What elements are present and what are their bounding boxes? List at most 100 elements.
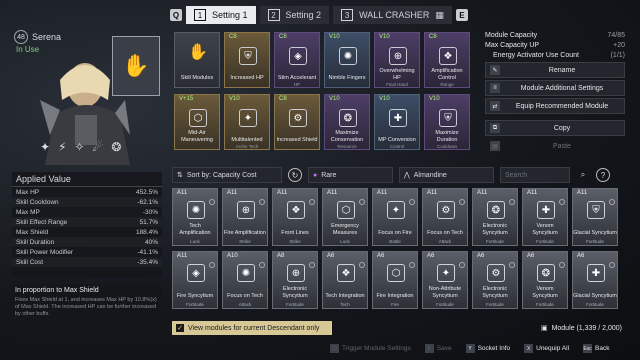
rarity-label: Rare	[321, 171, 337, 179]
module-card[interactable]: A11 ❖ Front Lines Strike	[272, 188, 318, 246]
search-placeholder: Search	[505, 171, 528, 179]
copy-button[interactable]: ⧉ Copy	[485, 120, 625, 136]
applied-value-panel: Applied Value Max HP 452.5% Skill Cooldown…	[12, 172, 162, 277]
module-capacity: V10	[229, 96, 240, 102]
search-icon[interactable]: ⌕	[576, 168, 590, 182]
module-card[interactable]: A11 ⊕ Fire Amplification Strike	[222, 188, 268, 246]
module-socket: Control	[389, 144, 405, 149]
tab-number: 1	[194, 9, 206, 21]
equipped-module-slot[interactable]: V+15 ⬡ Mid-Air Maneuvering	[174, 94, 220, 150]
socket-info-button[interactable]: Y Socket Info	[465, 344, 510, 353]
unequip-all-button[interactable]: X Unequip All	[524, 344, 569, 353]
back-label: Back	[595, 345, 610, 352]
module-name: Increased HP	[230, 74, 264, 81]
module-card[interactable]: A6 ✦ Non-Attribute Syncytium Fortitude	[422, 251, 468, 309]
socket-dropdown[interactable]: ⋀ Almandine	[399, 167, 494, 183]
equipped-module-slot[interactable]: C8 ◈ Stim Accelerant HP	[274, 32, 320, 88]
module-card[interactable]: A8 ⊕ Electronic Syncytium Fortitude	[272, 251, 318, 309]
module-card[interactable]: A11 ⚙ Focus on Tech Attack	[422, 188, 468, 246]
tab-setting-1[interactable]: 1 Setting 1	[186, 6, 256, 24]
equipped-module-slot[interactable]: V10 ❂ Maximize Conservation Resource	[324, 94, 370, 150]
module-card[interactable]: A11 ✚ Venom Syncytium Fortitude	[522, 188, 568, 246]
equipped-module-slot[interactable]: V10 ⛨ Maximize Duration Cooldown	[424, 94, 470, 150]
module-icon: ✺	[339, 47, 357, 65]
equipped-module-slot[interactable]: C8 ⛨ Increased HP	[224, 32, 270, 88]
module-name: Fire Amplification	[224, 229, 266, 236]
equipped-module-slot[interactable]: C8 ❖ Amplification Control Range	[424, 32, 470, 88]
module-name: Emergency Measures	[331, 223, 359, 236]
module-box-icon: ▣	[540, 325, 548, 332]
equipped-module-slot[interactable]: V10 ⊕ Overwhelming HP Final Hand	[374, 32, 420, 88]
module-capacity: A6	[377, 253, 385, 259]
paste-button[interactable]: ▤ Paste	[485, 138, 625, 154]
module-card[interactable]: A6 ✚ Glacial Syncytium Fortitude	[572, 251, 618, 309]
equip-recommended-label: Equip Recommended Module	[515, 102, 609, 110]
sort-icon: ⇅	[177, 172, 183, 179]
additional-settings-button[interactable]: ≡ Module Additional Settings	[485, 80, 625, 96]
module-capacity: A10	[227, 253, 238, 259]
skill-3-icon[interactable]: ✧	[75, 140, 85, 154]
equipped-module-slot[interactable]: V10 ✦ Multitalented Arche Tech	[224, 94, 270, 150]
lock-icon	[609, 262, 615, 268]
module-socket: Cooldown	[436, 144, 457, 149]
module-capacity: A11	[577, 190, 588, 196]
additional-settings-label: Module Additional Settings	[520, 84, 604, 92]
module-capacity: V10	[329, 34, 340, 40]
module-capacity-label: Module Capacity	[485, 31, 538, 39]
equip-recommended-button[interactable]: ⇄ Equip Recommended Module	[485, 98, 625, 114]
module-card[interactable]: A10 ✺ Focus on Tech Attack	[222, 251, 268, 309]
module-capacity: V10	[429, 96, 440, 102]
skill-5-icon[interactable]: ❂	[111, 140, 121, 154]
module-capacity: V10	[379, 96, 390, 102]
tab-setting-2[interactable]: 2 Setting 2	[259, 6, 330, 24]
search-input[interactable]: Search	[500, 167, 570, 183]
module-name: Electronic Syncytium	[282, 286, 308, 299]
equipped-module-slot[interactable]: ✋ Skill Modules	[174, 32, 220, 88]
module-card[interactable]: A11 ◈ Fire Syncytium Fortitude	[172, 251, 218, 309]
module-capacity-row: Module Capacity 74/85	[485, 30, 625, 40]
module-icon: ◈	[289, 47, 307, 65]
module-card[interactable]: A11 ⛨ Glacial Syncytium Fortitude	[572, 188, 618, 246]
equipped-module-slot[interactable]: V10 ✚ MP Conversion Control	[374, 94, 420, 150]
module-card[interactable]: A11 ⬡ Emergency Measures Luck	[322, 188, 368, 246]
sort-label: Sort by: Capacity Cost	[186, 171, 257, 179]
module-icon: ✚	[587, 264, 605, 282]
tab-wall-crasher[interactable]: 3 WALL CRASHER ▦	[333, 6, 452, 24]
rename-button[interactable]: ✎ Rename	[485, 62, 625, 78]
save-button[interactable]: F Save	[424, 344, 452, 353]
skill-1-icon[interactable]: ✦	[40, 140, 50, 154]
back-button[interactable]: Esc Back	[583, 344, 609, 353]
rarity-dropdown[interactable]: ● Rare	[308, 167, 393, 183]
stat-label: Skill Duration	[16, 238, 55, 246]
module-card[interactable]: A6 ⬡ Fire Integration Fire	[372, 251, 418, 309]
module-card[interactable]: A11 ✦ Focus on Fire Battle	[372, 188, 418, 246]
trigger-settings-button[interactable]: ☐ Trigger Module Settings	[330, 344, 411, 353]
module-card[interactable]: A11 ✺ Tech Amplification Luck	[172, 188, 218, 246]
equipped-module-slot[interactable]: V10 ✺ Nimble Fingers	[324, 32, 370, 88]
module-card[interactable]: A6 ⚙ Electronic Syncytium Fortitude	[472, 251, 518, 309]
filter-bar: ⇅ Sort by: Capacity Cost ↻ ● Rare ⋀ Almandi…	[172, 166, 627, 184]
module-icon: ⛨	[587, 201, 605, 219]
module-capacity: A6	[527, 253, 535, 259]
module-card[interactable]: A6 ❂ Venom Syncytium Fortitude	[522, 251, 568, 309]
lock-icon	[459, 199, 465, 205]
skill-icons: ✦ ⚡ ✧ ☄ ❂	[40, 140, 121, 154]
module-card[interactable]: A11 ❂ Electronic Syncytium Fortitude	[472, 188, 518, 246]
trigger-label: Trigger Module Settings	[342, 345, 411, 352]
next-tab-key[interactable]: E	[455, 9, 468, 21]
view-current-only-toggle[interactable]: ✓ View modules for current Descendant on…	[172, 321, 332, 335]
skill-4-icon[interactable]: ☄	[93, 140, 104, 154]
character-module-slot[interactable]: ✋	[112, 36, 160, 96]
prev-tab-key[interactable]: Q	[170, 9, 182, 21]
stat-value: 452.5%	[135, 188, 158, 196]
help-icon[interactable]: ?	[596, 168, 610, 182]
stat-label: Max MP	[16, 208, 40, 216]
hand-icon: ✋	[122, 53, 150, 78]
module-socket: Attack	[238, 302, 252, 307]
skill-2-icon[interactable]: ⚡	[58, 140, 66, 154]
equipped-module-slot[interactable]: C8 ⚙ Increased Shield	[274, 94, 320, 150]
module-card[interactable]: A6 ❖ Tech Integration Tech	[322, 251, 368, 309]
stat-row: Skill Duration 40%	[12, 237, 162, 247]
refresh-icon[interactable]: ↻	[288, 168, 302, 182]
sort-dropdown[interactable]: ⇅ Sort by: Capacity Cost	[172, 167, 282, 183]
